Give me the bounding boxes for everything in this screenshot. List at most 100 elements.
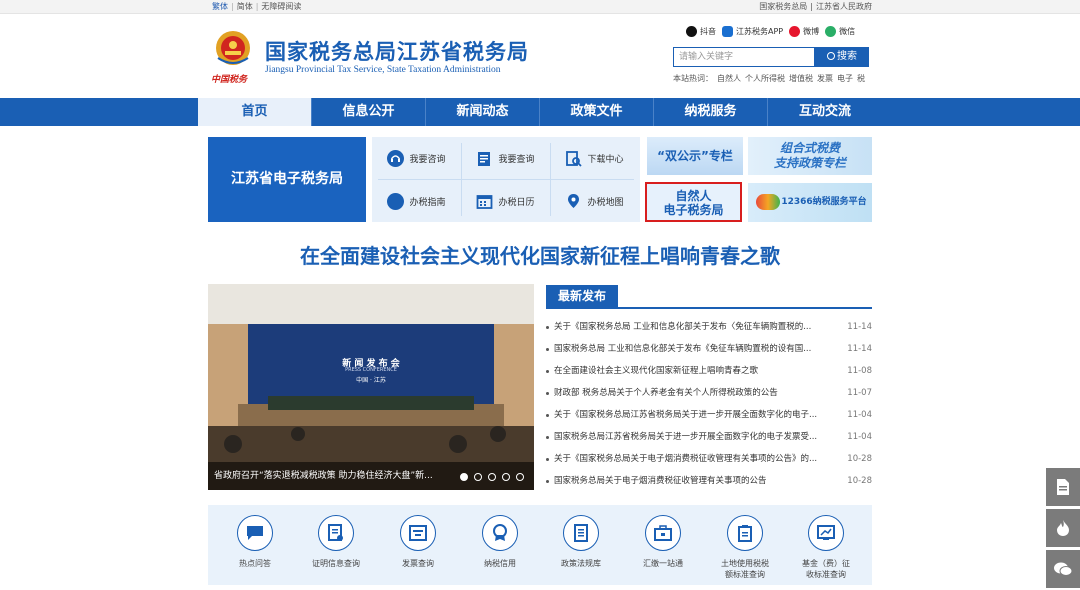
document-search-icon <box>566 150 583 167</box>
hot-word[interactable]: 发票 <box>817 73 833 84</box>
nav-info-disclosure[interactable]: 信息公开 <box>312 98 426 126</box>
hot-word[interactable]: 电子 <box>837 73 853 84</box>
nav-home[interactable]: 首页 <box>198 98 312 126</box>
divider: | <box>810 2 813 11</box>
etax-portal-button[interactable]: 江苏省电子税务局 <box>208 137 366 222</box>
douyin-link[interactable]: 抖音 <box>686 26 716 37</box>
app-icon <box>722 26 733 37</box>
search-input[interactable]: 请输入关键字 <box>673 47 815 67</box>
invoice-icon <box>400 515 436 551</box>
backdrop-subtitle: PRESS CONFERENCE <box>345 367 397 373</box>
land-tax-standard-query-button[interactable]: 土地使用税税 额标准查询 <box>705 515 785 580</box>
news-title: 关于《国家税务总局关于电子烟消费税征收管理有关事项的公告》的... <box>554 454 818 464</box>
carousel-dot[interactable] <box>474 473 482 481</box>
tax-map-button[interactable]: 办税地图 <box>550 180 639 222</box>
bullet <box>546 480 549 483</box>
12366-logo-icon <box>756 194 780 210</box>
service-12366-button[interactable]: 12366纳税服务平台 <box>748 183 872 222</box>
certificate-query-button[interactable]: 证明信息查询 <box>296 515 376 569</box>
weibo-label: 微博 <box>803 27 820 36</box>
weibo-link[interactable]: 微博 <box>789 26 819 37</box>
news-date: 10-28 <box>847 454 872 464</box>
carousel-dot[interactable] <box>516 473 524 481</box>
nav-interaction[interactable]: 互动交流 <box>768 98 882 126</box>
consult-button[interactable]: 我要咨询 <box>372 137 461 179</box>
service-label: 办税指南 <box>409 197 446 208</box>
certificate-icon <box>318 515 354 551</box>
site-title[interactable]: 国家税务总局江苏省税务局 <box>265 36 529 66</box>
list-item[interactable]: 国家税务总局关于电子烟消费税征收管理有关事项的公告 10-28 <box>546 470 872 492</box>
service-label: 收标准查询 <box>806 570 846 579</box>
news-carousel[interactable]: 新 闻 发 布 会 PRESS CONFERENCE 中国 · 江苏 省政府召开… <box>208 284 534 490</box>
service-label: 政策法规库 <box>561 559 601 568</box>
carousel-dot[interactable] <box>502 473 510 481</box>
nav-policy[interactable]: 政策文件 <box>540 98 654 126</box>
latest-tab[interactable]: 最新发布 <box>546 285 618 308</box>
nav-news[interactable]: 新闻动态 <box>426 98 540 126</box>
app-label: 江苏税务APP <box>736 27 784 36</box>
calendar-icon <box>477 194 493 209</box>
list-item[interactable]: 关于《国家税务总局关于电子烟消费税征收管理有关事项的公告》的... 10-28 <box>546 448 872 470</box>
hot-qa-button[interactable]: 热点问答 <box>215 515 295 569</box>
news-date: 11-04 <box>847 432 872 442</box>
page: 繁体 | 简体 | 无障碍阅读 国家税务总局 | 江苏省人民政府 中国税务 国家… <box>0 0 1080 590</box>
download-center-button[interactable]: 下载中心 <box>550 137 639 179</box>
weibo-icon <box>789 26 801 37</box>
service-label: 汇缴一站通 <box>643 559 683 568</box>
news-title: 国家税务总局关于电子烟消费税征收管理有关事项的公告 <box>554 476 767 486</box>
hot-words: 本站热词： 自然人 个人所得税 增值税 发票 电子 税 <box>673 73 865 84</box>
carousel-dot[interactable] <box>460 473 468 481</box>
tax-guide-button[interactable]: 办税指南 <box>372 180 461 222</box>
sta-link[interactable]: 国家税务总局 <box>759 0 807 13</box>
side-document-button[interactable] <box>1046 468 1080 506</box>
tile-line: 组合式税费 <box>779 141 840 155</box>
service-label: 基金（费）征 <box>802 559 850 568</box>
traditional-link[interactable]: 繁体 <box>212 0 228 13</box>
list-item[interactable]: 国家税务总局 工业和信息化部关于发布《免征车辆购置税的设有国... 11-14 <box>546 338 872 360</box>
query-list-icon <box>478 151 491 166</box>
dual-publicity-column[interactable]: “双公示”专栏 <box>647 137 743 175</box>
bullet <box>546 326 549 329</box>
news-title: 国家税务总局 工业和信息化部关于发布《免征车辆购置税的设有国... <box>554 344 812 354</box>
accessibility-link[interactable]: 无障碍阅读 <box>261 0 301 13</box>
backdrop-location: 中国 · 江苏 <box>356 377 386 384</box>
carousel-dot[interactable] <box>488 473 496 481</box>
hot-word[interactable]: 增值税 <box>789 73 813 84</box>
list-item[interactable]: 国家税务总局江苏省税务局关于进一步开展全面数字化的电子发票受... 11-04 <box>546 426 872 448</box>
fund-fee-standard-query-button[interactable]: 基金（费）征 收标准查询 <box>786 515 866 580</box>
main-nav: 首页 信息公开 新闻动态 政策文件 纳税服务 互动交流 <box>0 98 1080 126</box>
side-flame-button[interactable] <box>1046 509 1080 547</box>
tile-label: 12366纳税服务平台 <box>781 197 867 207</box>
hot-word[interactable]: 自然人 <box>717 73 741 84</box>
badge-ribbon-icon <box>482 515 518 551</box>
headline[interactable]: 在全面建设社会主义现代化国家新征程上唱响青春之歌 <box>208 240 872 269</box>
list-item[interactable]: 关于《国家税务总局 工业和信息化部关于发布〈免征车辆购置税的... 11-14 <box>546 316 872 338</box>
app-link[interactable]: 江苏税务APP <box>722 26 783 37</box>
bullet <box>546 436 549 439</box>
search-button[interactable]: 搜索 <box>815 47 869 67</box>
list-item[interactable]: 在全面建设社会主义现代化国家新征程上唱响青春之歌 11-08 <box>546 360 872 382</box>
list-item[interactable]: 财政部 税务总局关于个人养老金有关个人所得税政策的公告 11-07 <box>546 382 872 404</box>
wechat-label: 微信 <box>839 27 856 36</box>
wechat-link[interactable]: 微信 <box>825 26 855 37</box>
service-label: 额标准查询 <box>725 570 765 579</box>
simplified-link[interactable]: 简体 <box>237 0 253 13</box>
hot-word[interactable]: 个人所得税 <box>745 73 785 84</box>
tax-calendar-button[interactable]: 办税日历 <box>461 180 550 222</box>
query-button[interactable]: 我要查询 <box>461 137 550 179</box>
document-icon <box>1057 479 1069 495</box>
settlement-one-stop-button[interactable]: 汇缴一站通 <box>623 515 703 569</box>
individual-etax-button[interactable]: 自然人 电子税务局 <box>645 182 742 222</box>
wechat-icon <box>1054 562 1073 576</box>
nav-tax-service[interactable]: 纳税服务 <box>654 98 768 126</box>
service-label: 热点问答 <box>239 559 271 568</box>
tax-credit-button[interactable]: 纳税信用 <box>460 515 540 569</box>
list-item[interactable]: 关于《国家税务总局江苏省税务局关于进一步开展全面数字化的电子... 11-04 <box>546 404 872 426</box>
hot-word[interactable]: 税 <box>857 73 865 84</box>
combined-tax-policy-column[interactable]: 组合式税费 支持政策专栏 <box>748 137 872 175</box>
chat-bubble-icon <box>237 515 273 551</box>
policy-library-button[interactable]: 政策法规库 <box>541 515 621 569</box>
invoice-query-button[interactable]: 发票查询 <box>378 515 458 569</box>
jiangsu-gov-link[interactable]: 江苏省人民政府 <box>816 0 872 13</box>
side-wechat-button[interactable] <box>1046 550 1080 588</box>
